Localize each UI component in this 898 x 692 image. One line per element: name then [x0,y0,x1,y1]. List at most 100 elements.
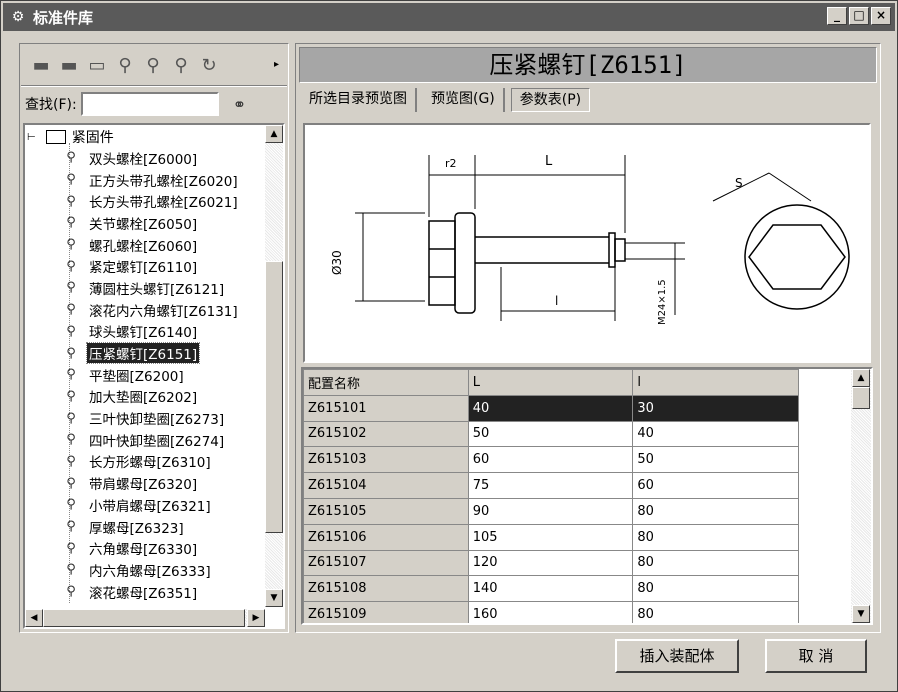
tab-catalog-preview[interactable]: 所选目录预览图 [301,88,417,112]
scroll-thumb[interactable] [265,261,283,533]
table-cell[interactable]: 40 [467,394,634,422]
tree-item[interactable]: ⚲ 内六角螺母[Z6333] [63,559,263,581]
binoculars-icon[interactable]: ⚭ [233,95,246,114]
tree-item[interactable]: ⚲ 平垫圈[Z6200] [63,364,263,386]
table-row[interactable]: Z615106 105 80 [303,523,799,551]
tree-item[interactable]: ⚲ 关节螺栓[Z6050] [63,212,263,234]
table-row[interactable]: Z615108 140 80 [303,575,799,603]
tree-item[interactable]: ⚲ 加大垫圈[Z6202] [63,386,263,408]
tree-item[interactable]: ⚲ 滚花内六角螺钉[Z6131] [63,299,263,321]
table-cell[interactable]: 40 [632,420,799,448]
table-row[interactable]: Z615109 160 80 [303,601,799,623]
tree-item[interactable]: ⚲ 双头螺栓[Z6000] [63,147,263,169]
tree-item-label: 双头螺栓[Z6000] [89,151,198,168]
config-name-cell[interactable]: Z615106 [303,523,469,551]
column-header[interactable]: L [467,369,634,396]
tree-item[interactable]: ⚲ 球头螺钉[Z6140] [63,321,263,343]
table-cell[interactable]: 90 [467,497,634,525]
bolt-icon: ⚲ [66,540,76,556]
tree-item[interactable]: ⚲ 薄圆柱头螺钉[Z6121] [63,277,263,299]
scroll-thumb[interactable] [43,609,245,627]
table-cell[interactable]: 80 [632,523,799,551]
insert-assembly-button[interactable]: 插入装配体 [615,639,739,673]
table-cell[interactable]: 80 [632,575,799,603]
tree-item-label: 四叶快卸垫圈[Z6274] [89,433,225,450]
bolt-icon[interactable]: ⚲ [169,54,193,78]
search-input[interactable] [80,92,219,116]
config-name-cell[interactable]: Z615104 [303,472,469,499]
table-cell[interactable]: 160 [467,601,634,623]
tree-item[interactable]: ⚲ 四叶快卸垫圈[Z6274] [63,429,263,451]
refresh-icon[interactable]: ↻ [197,54,221,78]
config-name-cell[interactable]: Z615108 [303,575,469,603]
scroll-down-icon[interactable]: ▼ [852,605,870,623]
folder-icon[interactable]: ▬ [57,54,81,78]
tree-item[interactable]: ⚲ 滚花螺母[Z6351] [63,581,263,603]
bolt-icon: ⚲ [66,584,76,600]
table-cell[interactable]: 140 [467,575,634,603]
table-row[interactable]: Z615103 60 50 [303,446,799,474]
scroll-thumb[interactable] [852,387,870,409]
tree-horizontal-scrollbar[interactable]: ◀ ▶ [25,609,265,627]
label-s: S [735,176,743,190]
tree-item-label: 三叶快卸垫圈[Z6273] [89,412,225,429]
toolbar-more-icon[interactable]: ▸ [274,59,279,70]
tree-item[interactable]: ⚲ 六角螺母[Z6330] [63,537,263,559]
scroll-left-icon[interactable]: ◀ [25,609,43,627]
tree-item[interactable]: ⚲ 小带肩螺母[Z6321] [63,494,263,516]
bolt-icon[interactable]: ⚲ [113,54,137,78]
table-row[interactable]: Z615104 75 60 [303,472,799,499]
tree-item[interactable]: ⚲ 三叶快卸垫圈[Z6273] [63,407,263,429]
column-header[interactable]: 配置名称 [303,369,469,396]
tree-item[interactable]: ⚲ 螺孔螺栓[Z6060] [63,234,263,256]
tree-item[interactable]: ⚲ 长方形螺母[Z6310] [63,451,263,473]
minimize-button[interactable]: _ [827,7,847,25]
config-name-cell[interactable]: Z615109 [303,601,469,623]
tree-item[interactable]: ⚲ 带肩螺母[Z6320] [63,472,263,494]
config-name-cell[interactable]: Z615105 [303,497,469,525]
table-row[interactable]: Z615101 40 30 [303,394,799,422]
folder-open-icon[interactable]: ▭ [85,54,109,78]
tab-parameters[interactable]: 参数表(P) [510,88,591,112]
bolt-icon[interactable]: ⚲ [141,54,165,78]
table-cell[interactable]: 105 [467,523,634,551]
tree-root[interactable]: ⊢ 紧固件 [27,127,114,147]
table-cell[interactable]: 120 [467,549,634,577]
table-row[interactable]: Z615102 50 40 [303,420,799,448]
table-cell[interactable]: 80 [632,497,799,525]
scroll-right-icon[interactable]: ▶ [247,609,265,627]
tree-item[interactable]: ⚲ 正方头带孔螺栓[Z6020] [63,169,263,191]
column-header[interactable]: l [632,369,799,396]
bolt-icon: ⚲ [66,302,76,318]
scroll-down-icon[interactable]: ▼ [265,589,283,607]
table-cell[interactable]: 30 [632,394,799,422]
close-button[interactable]: × [871,7,891,25]
scroll-up-icon[interactable]: ▲ [852,369,870,387]
tree-vertical-scrollbar[interactable]: ▲ ▼ [265,125,283,607]
scroll-up-icon[interactable]: ▲ [265,125,283,143]
table-cell[interactable]: 50 [632,446,799,474]
cancel-button[interactable]: 取 消 [765,639,867,673]
app-window: ⚙ 标准件库 _ □ × ▬ ▬ ▭ ⚲ ⚲ ⚲ ↻ ▸ 查找(F): ⚭ ⊢ … [0,0,898,692]
config-name-cell[interactable]: Z615101 [303,394,469,422]
maximize-button[interactable]: □ [849,7,869,25]
table-row[interactable]: Z615105 90 80 [303,497,799,525]
tree-item[interactable]: ⚲ 紧定螺钉[Z6110] [63,255,263,277]
table-cell[interactable]: 60 [467,446,634,474]
tree-item-label: 长方形螺母[Z6310] [89,455,211,472]
table-cell[interactable]: 80 [632,549,799,577]
table-cell[interactable]: 80 [632,601,799,623]
tree-item[interactable]: ⚲ 长方头带孔螺栓[Z6021] [63,190,263,212]
tree-item[interactable]: ⚲ 压紧螺钉[Z6151] [63,342,263,365]
tab-preview[interactable]: 预览图(G) [423,88,505,112]
grid-vertical-scrollbar[interactable]: ▲ ▼ [851,369,871,623]
config-name-cell[interactable]: Z615107 [303,549,469,577]
table-cell[interactable]: 50 [467,420,634,448]
table-row[interactable]: Z615107 120 80 [303,549,799,577]
table-cell[interactable]: 60 [632,472,799,499]
config-name-cell[interactable]: Z615103 [303,446,469,474]
folder-icon[interactable]: ▬ [29,54,53,78]
table-cell[interactable]: 75 [467,472,634,499]
config-name-cell[interactable]: Z615102 [303,420,469,448]
tree-item[interactable]: ⚲ 厚螺母[Z6323] [63,516,263,538]
